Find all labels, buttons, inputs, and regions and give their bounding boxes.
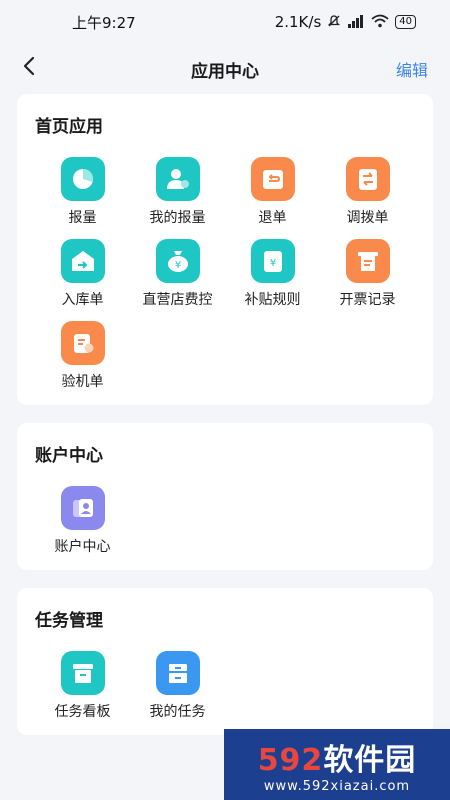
account-card-icon: [60, 486, 105, 530]
nav-bar: 应用中心 编辑: [0, 44, 450, 94]
status-time: 上午9:27: [72, 13, 136, 32]
status-indicators: 2.1K/s 40: [275, 13, 416, 31]
my-task-icon: [155, 651, 200, 695]
app-item[interactable]: 调拨单: [320, 157, 415, 227]
status-bar: 上午9:27 2.1K/s 40: [0, 0, 450, 44]
app-item[interactable]: 退单: [225, 157, 320, 227]
app-item[interactable]: ¥ 直营店费控: [130, 239, 225, 309]
page-title: 应用中心: [191, 61, 259, 82]
svg-text:¥: ¥: [269, 258, 275, 269]
money-bag-icon: ¥: [155, 239, 200, 283]
app-item[interactable]: 验机单: [35, 321, 130, 391]
sections-container: 首页应用报量 我的报量 退单 调拨单入库单 ¥ 直营店费控 ¥ 补贴规则 开票记录验机单账户中心…: [0, 94, 450, 735]
back-button[interactable]: [22, 54, 52, 84]
inspection-clipboard-icon: [60, 321, 105, 365]
section-title: 账户中心: [35, 446, 103, 466]
app-label: 报量: [68, 210, 97, 226]
app-item[interactable]: ¥ 补贴规则: [225, 239, 320, 309]
app-label: 我的任务: [149, 704, 206, 720]
app-label: 退单: [258, 210, 287, 226]
app-label: 我的报量: [149, 210, 206, 226]
app-grid: 任务看板 我的任务: [35, 651, 415, 721]
chevron-left-icon: [23, 56, 35, 76]
app-label: 任务看板: [54, 704, 111, 720]
app-label: 直营店费控: [142, 292, 213, 308]
transfer-doc-icon: [345, 157, 390, 201]
app-label: 补贴规则: [244, 292, 301, 308]
app-item[interactable]: 开票记录: [320, 239, 415, 309]
app-item[interactable]: 任务看板: [35, 651, 130, 721]
wifi-icon: [371, 14, 389, 31]
return-box-icon: [250, 157, 295, 201]
warehouse-in-icon: [60, 239, 105, 283]
person-report-icon: [155, 157, 200, 201]
app-item[interactable]: 账户中心: [35, 486, 130, 556]
watermark-url: www.592xiazai.com: [263, 779, 411, 794]
edit-button[interactable]: 编辑: [396, 57, 428, 81]
section-title: 首页应用: [35, 117, 103, 137]
app-label: 验机单: [61, 374, 104, 390]
app-label: 调拨单: [346, 210, 389, 226]
app-grid: 报量 我的报量 退单 调拨单入库单 ¥ 直营店费控 ¥ 补贴规则 开票记录验机单: [35, 157, 415, 391]
section-card: 首页应用报量 我的报量 退单 调拨单入库单 ¥ 直营店费控 ¥ 补贴规则 开票记录验机单: [17, 94, 433, 405]
app-item[interactable]: 入库单: [35, 239, 130, 309]
pie-chart-icon: [60, 157, 105, 201]
app-label: 开票记录: [339, 292, 396, 308]
app-grid: 账户中心: [35, 486, 415, 556]
battery-icon: 40: [395, 15, 416, 29]
app-item[interactable]: 我的报量: [130, 157, 225, 227]
subsidy-wallet-icon: ¥: [250, 239, 295, 283]
app-item[interactable]: 报量: [35, 157, 130, 227]
section-card: 任务管理任务看板 我的任务: [17, 588, 433, 735]
app-item[interactable]: 我的任务: [130, 651, 225, 721]
signal-icon: [347, 14, 365, 31]
app-label: 入库单: [61, 292, 104, 308]
section-title: 任务管理: [35, 611, 103, 631]
mute-icon: [327, 14, 341, 31]
section-card: 账户中心 账户中心: [17, 423, 433, 570]
task-board-icon: [60, 651, 105, 695]
svg-text:¥: ¥: [174, 260, 180, 271]
watermark-logo: 592软件园 www.592xiazai.com: [224, 729, 450, 800]
invoice-icon: [345, 239, 390, 283]
network-speed: 2.1K/s: [274, 13, 322, 31]
watermark-brand: 592软件园: [257, 743, 417, 778]
app-label: 账户中心: [54, 539, 111, 555]
